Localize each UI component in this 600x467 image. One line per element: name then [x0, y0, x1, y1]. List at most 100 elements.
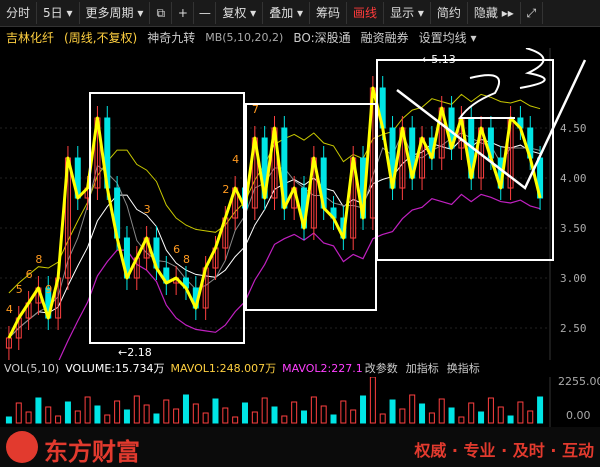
- volume-bar: [389, 399, 396, 424]
- nine-label: 8: [183, 253, 190, 266]
- nine-label: 4: [6, 303, 13, 316]
- mb-params: MB(5,10,20,2): [205, 30, 284, 44]
- info-bar: 吉林化纤 (周线,不复权) 神奇九转 MB(5,10,20,2) BO:深股通 …: [0, 27, 600, 47]
- nine-label: 2: [222, 183, 229, 196]
- ma-setting[interactable]: 设置均线 ▾: [419, 29, 477, 46]
- volume-bar: [527, 410, 534, 424]
- volume-bar: [468, 402, 475, 424]
- volume-bar: [192, 403, 199, 424]
- period-mode: (周线,不复权): [64, 30, 138, 45]
- handwriting-3: [519, 48, 546, 89]
- volume-bar: [123, 409, 130, 424]
- volume-bar: [271, 406, 278, 424]
- volume-bar: [428, 412, 435, 424]
- kline-chart[interactable]: ←5.13←2.18 4.504.003.503.002.50 45689368…: [0, 48, 600, 360]
- tab-5day[interactable]: 5日 ▾: [37, 2, 80, 24]
- volume-bar: [5, 416, 12, 424]
- volume-bar: [320, 405, 327, 424]
- change-params-button[interactable]: 改参数: [365, 360, 398, 376]
- volume-bar: [163, 399, 170, 424]
- volume-bar: [74, 410, 81, 424]
- volume-bar: [310, 396, 317, 424]
- nine-label: 4: [232, 153, 239, 166]
- fullscreen-icon[interactable]: ⤢: [521, 2, 543, 24]
- volume-bar: [202, 412, 209, 424]
- display-button[interactable]: 显示 ▾: [384, 2, 431, 24]
- nine-label: 8: [35, 253, 42, 266]
- volume-chart: 2255.00 0.00: [5, 377, 600, 427]
- vol-tick-high: 2255.00: [558, 377, 600, 388]
- volume-bar: [104, 414, 111, 424]
- user-drawings[interactable]: [7, 48, 587, 344]
- volume-bar: [143, 404, 150, 424]
- price-tick: 4.50: [560, 122, 587, 135]
- hide-button[interactable]: 隐藏 ▸▸: [468, 2, 521, 24]
- volume-bar: [399, 408, 406, 424]
- volume-bar: [478, 411, 485, 424]
- volume-bar: [409, 394, 416, 424]
- volume-bar: [369, 377, 376, 424]
- volume-bar: [241, 402, 248, 424]
- lower-band: [58, 193, 541, 360]
- tab-intraday[interactable]: 分时: [0, 2, 38, 24]
- slogan: 权威 · 专业 · 及时 · 互动: [414, 441, 594, 460]
- volume-bar: [251, 411, 258, 424]
- volume-bar: [55, 415, 62, 424]
- tab-more-periods[interactable]: 更多周期 ▾: [80, 2, 151, 24]
- price-tick: 4.00: [560, 172, 587, 185]
- volume-bar: [507, 415, 514, 424]
- zoom-in-icon[interactable]: +: [172, 2, 195, 24]
- volume-bar: [35, 397, 42, 424]
- nine-label: 7: [252, 103, 259, 116]
- swap-indicator-button[interactable]: 换指标: [447, 360, 480, 376]
- nine-turn-labels: 45689368247: [6, 103, 259, 316]
- logo-text: 东方财富: [44, 438, 140, 466]
- price-axis: 4.50 4.00 3.50 3.00 2.50: [560, 122, 587, 335]
- margin-trading[interactable]: 融资融券: [361, 29, 409, 46]
- volume-bar: [291, 401, 298, 424]
- price-tick: 3.50: [560, 222, 587, 235]
- nine-label: 3: [144, 203, 151, 216]
- volume-bar: [379, 413, 386, 424]
- volume-bar: [301, 410, 308, 424]
- simple-button[interactable]: 简约: [431, 2, 468, 24]
- volume-value: VOLUME:15.734万: [65, 362, 165, 375]
- volume-info: VOL(5,10) VOLUME:15.734万 MAVOL1:248.007万…: [0, 360, 600, 376]
- rights-adjust-button[interactable]: 复权 ▾: [216, 2, 264, 24]
- volume-bar: [222, 407, 229, 424]
- nine-label: 5: [16, 283, 23, 296]
- volume-bar: [25, 411, 32, 424]
- volume-bar: [487, 397, 494, 424]
- volume-bar: [350, 409, 357, 424]
- vol-label: VOL(5,10): [4, 361, 60, 375]
- footer: 东方财富 权威 · 专业 · 及时 · 互动: [0, 427, 600, 467]
- toolbar: 分时 5日 ▾ 更多周期 ▾ ⧉ + — 复权 ▾ 叠加 ▾ 筹码 画线 显示 …: [0, 0, 600, 27]
- add-indicator-button[interactable]: 加指标: [406, 360, 439, 376]
- handwriting-2: [458, 74, 515, 119]
- volume-bar: [340, 400, 347, 424]
- volume-bar: [360, 395, 367, 424]
- window-icon[interactable]: ⧉: [150, 2, 173, 24]
- volume-bar: [537, 396, 544, 424]
- volume-bar: [45, 406, 52, 424]
- mavol1-value: MAVOL1:248.007万: [170, 362, 277, 375]
- price-tick: 2.50: [560, 322, 587, 335]
- volume-bar: [182, 394, 189, 424]
- zoom-out-icon[interactable]: —: [194, 2, 217, 24]
- magic-nine-label[interactable]: 神奇九转: [147, 29, 195, 46]
- volume-bar: [448, 407, 455, 424]
- volume-bar: [173, 408, 180, 424]
- volume-bar: [64, 401, 71, 424]
- overlay-button[interactable]: 叠加 ▾: [263, 2, 311, 24]
- logo-icon: [6, 431, 38, 463]
- chips-button[interactable]: 筹码: [310, 2, 348, 24]
- volume-bar: [232, 416, 239, 424]
- volume-bar: [517, 401, 524, 424]
- nine-label: 6: [173, 243, 180, 256]
- draw-line-button[interactable]: 画线: [347, 2, 385, 24]
- stock-name[interactable]: 吉林化纤: [6, 29, 54, 46]
- bo-label: BO:深股通: [293, 30, 351, 45]
- nine-label: 6: [26, 268, 33, 281]
- box-drawing: [376, 59, 554, 261]
- volume-bar: [419, 403, 426, 424]
